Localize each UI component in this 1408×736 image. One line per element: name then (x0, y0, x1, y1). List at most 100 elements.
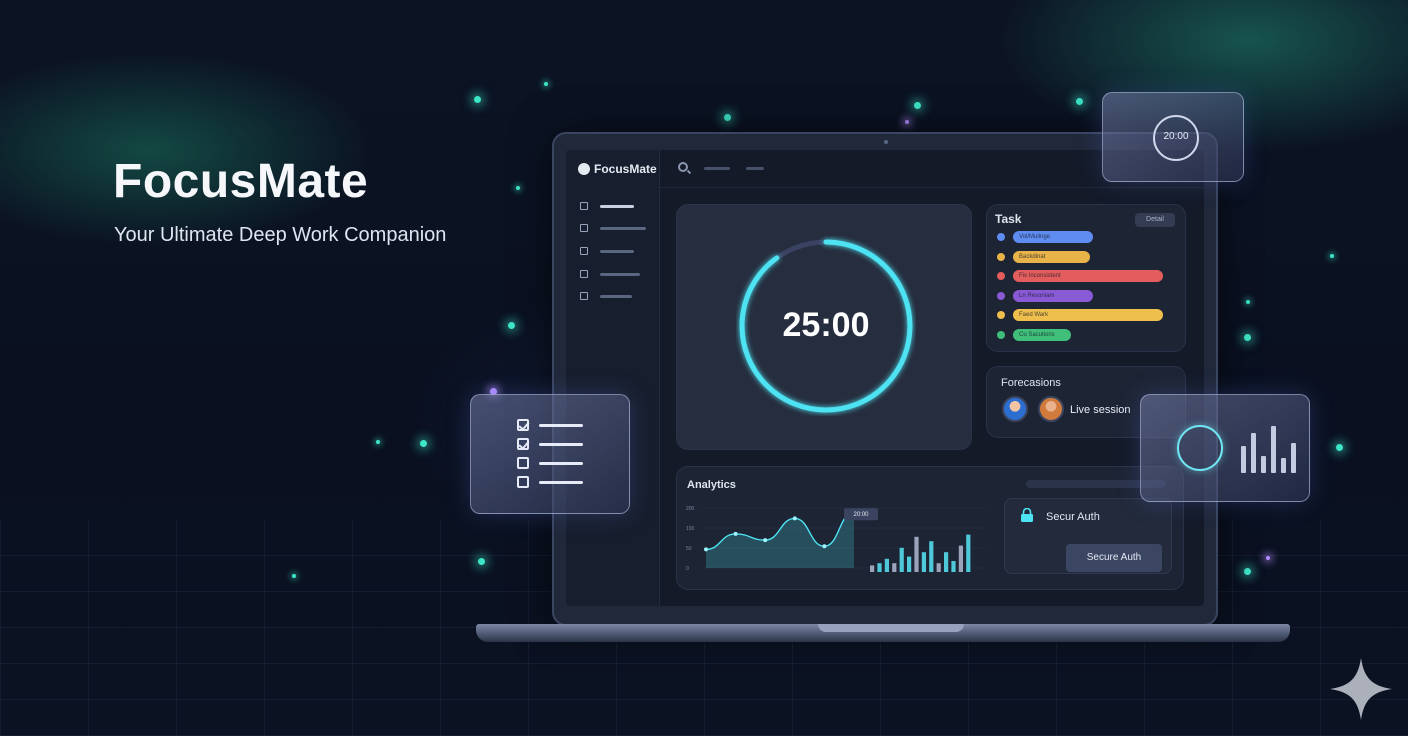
brand[interactable]: FocusMate (578, 162, 657, 176)
auth-label: Secur Auth (1046, 511, 1100, 523)
task-item[interactable]: Faed Wark (997, 309, 1164, 321)
task-status-dot (997, 291, 1005, 300)
secure-auth-button[interactable]: Secure Auth (1066, 544, 1162, 572)
task-item[interactable]: Ln Resoniam (997, 289, 1093, 302)
glow-particle (474, 96, 481, 103)
analytics-bar[interactable] (921, 552, 926, 572)
settings-icon (580, 292, 588, 300)
glow-particle (1244, 568, 1251, 575)
stats-ring (1177, 425, 1223, 471)
brand-icon (578, 163, 590, 175)
y-tick-label: 50 (686, 546, 692, 552)
analytics-bar[interactable] (907, 556, 912, 572)
task-label: Ln Resoniam (1013, 289, 1093, 302)
analytics-bar[interactable] (870, 565, 875, 572)
line-point[interactable] (704, 547, 708, 552)
analytics-icon (580, 270, 588, 278)
glow-particle (1336, 444, 1343, 451)
analytics-bar[interactable] (877, 563, 882, 572)
sidebar-item-analytics[interactable] (580, 270, 640, 278)
y-tick-label: 0 (686, 566, 689, 572)
sidebar-item-settings[interactable] (580, 292, 632, 300)
sidebar-item-label (600, 294, 632, 298)
stats-bar (1261, 455, 1266, 473)
task-panel: Task Detail Vol/Mulinge Backdinat Fix Inco… (986, 204, 1186, 352)
session-panel-title: Forecasions (1001, 377, 1061, 389)
analytics-bar[interactable] (958, 545, 963, 572)
sidebar-item-dashboard[interactable] (580, 202, 634, 210)
task-detail-button[interactable]: Detail (1135, 213, 1175, 227)
task-item[interactable]: Backdinat (997, 250, 1090, 263)
analytics-bar[interactable] (899, 547, 904, 572)
checkbox-icon[interactable] (517, 419, 529, 431)
analytics-bar[interactable] (966, 534, 971, 572)
tasks-icon (580, 224, 588, 232)
floating-checklist-card (470, 394, 630, 514)
glow-particle (1266, 556, 1270, 560)
analytics-title: Analytics (687, 479, 736, 491)
chart-tooltip-text: 20:00 (853, 512, 869, 518)
analytics-bar[interactable] (914, 536, 919, 572)
task-status-dot (997, 272, 1005, 280)
checklist-line (539, 442, 583, 446)
task-status-dot (997, 233, 1005, 241)
task-label: Backdinat (1013, 250, 1090, 263)
glow-particle (1076, 98, 1083, 105)
live-session-label[interactable]: Live session (1070, 404, 1131, 416)
analytics-bar[interactable] (884, 558, 889, 572)
checklist-line (539, 423, 583, 427)
checkbox-icon[interactable] (517, 438, 529, 450)
glow-particle (1246, 300, 1250, 304)
background-stage: FocusMate Your Ultimate Deep Work Compan… (0, 0, 1408, 736)
checklist-line (539, 480, 583, 484)
search-icon[interactable] (678, 162, 688, 172)
glow-particle (1244, 334, 1251, 341)
mini-timer-text: 20:00 (1163, 131, 1189, 142)
checklist-item[interactable] (517, 457, 583, 469)
line-point[interactable] (763, 538, 768, 543)
checklist-line (539, 461, 583, 465)
analytics-bar[interactable] (951, 561, 956, 572)
analytics-bar[interactable] (936, 563, 941, 572)
task-panel-title: Task (995, 212, 1022, 226)
task-status-dot (997, 330, 1005, 339)
sidebar-item-sessions[interactable] (580, 247, 634, 255)
avatar[interactable] (1038, 396, 1064, 422)
task-item[interactable]: Vol/Mulinge (997, 231, 1093, 243)
glow-particle (478, 558, 485, 565)
brand-name: FocusMate (594, 162, 657, 176)
sidebar: FocusMate (566, 150, 660, 606)
glow-particle (914, 102, 921, 109)
task-item[interactable]: Fix Inconsistent (997, 270, 1164, 282)
sidebar-item-label (600, 226, 646, 230)
avatar[interactable] (1002, 396, 1028, 422)
checkbox-icon[interactable] (517, 457, 529, 469)
topbar-link[interactable] (746, 167, 764, 170)
lock-icon (1021, 508, 1033, 522)
analytics-bar[interactable] (944, 552, 949, 572)
topbar-link[interactable] (704, 167, 730, 170)
sparkle-icon (1330, 658, 1392, 720)
line-point[interactable] (733, 531, 738, 536)
line-point[interactable] (822, 544, 827, 549)
task-item[interactable]: Cu Sacutions (997, 328, 1071, 341)
glow-particle (376, 440, 380, 444)
glow-particle (1330, 254, 1334, 258)
checklist-item[interactable] (517, 438, 583, 450)
stats-bar (1271, 425, 1276, 473)
checklist-item[interactable] (517, 476, 583, 488)
stats-bar (1291, 443, 1296, 473)
line-series-area (706, 512, 854, 568)
analytics-bar[interactable] (929, 541, 934, 572)
sidebar-item-label (600, 272, 640, 276)
checkbox-icon[interactable] (517, 476, 529, 488)
task-status-dot (997, 252, 1005, 261)
line-point[interactable] (792, 516, 797, 521)
y-tick-label: 100 (686, 526, 695, 532)
checklist-item[interactable] (517, 419, 583, 431)
sidebar-item-tasks[interactable] (580, 224, 646, 232)
y-tick-label: 200 (686, 506, 695, 512)
sidebar-item-label (600, 249, 634, 253)
analytics-bar[interactable] (892, 563, 897, 572)
task-label: Faed Wark (1013, 309, 1164, 321)
